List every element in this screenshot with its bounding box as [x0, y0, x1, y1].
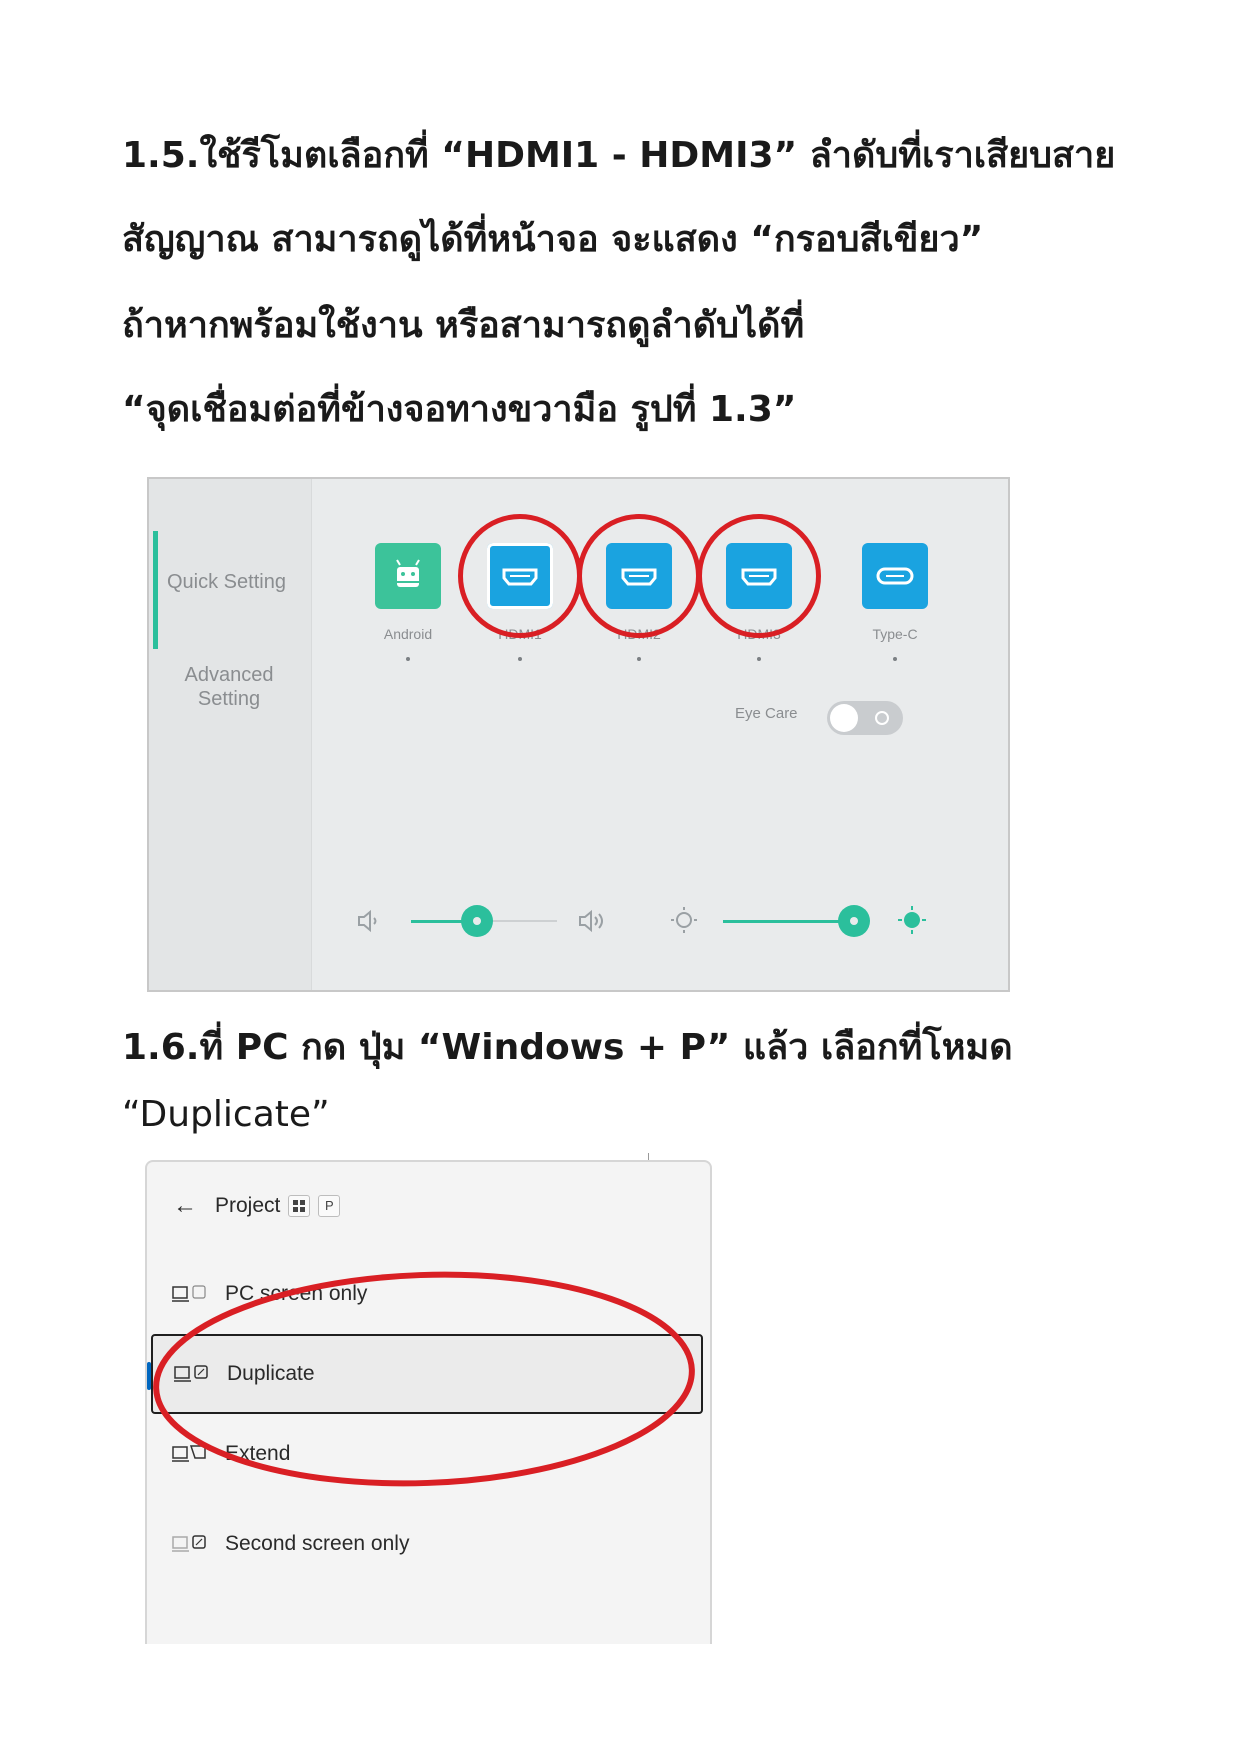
- brightness-low-icon: [671, 907, 697, 933]
- sidebar-item-advanced-setting[interactable]: Advanced Setting: [167, 663, 291, 711]
- eye-care-label: Eye Care: [735, 705, 798, 722]
- android-icon: [396, 559, 420, 587]
- source-label-type-c: Type-C: [872, 626, 918, 642]
- brightness-high-icon: [898, 906, 926, 934]
- toggle-knob: [830, 704, 858, 732]
- p-key-badge: P: [318, 1195, 341, 1217]
- source-type-c-button[interactable]: [862, 543, 928, 609]
- highlight-ellipse: [153, 1271, 695, 1487]
- instruction-1-5-line-2: สัญญาณ สามารถดูได้ที่หน้าจอ จะแสดง “กรอบ…: [122, 219, 984, 260]
- active-indicator: [153, 531, 158, 649]
- instruction-1-5-line-1: 1.5.ใช้รีโมตเลือกที่ “HDMI1 - HDMI3” ลำด…: [122, 135, 1116, 176]
- instruction-1-6-line-1: 1.6.ที่ PC กด ปุ่ม “Windows + P” แล้ว เล…: [122, 1027, 1013, 1068]
- source-dot: [518, 657, 522, 661]
- brightness-slider-handle[interactable]: [838, 905, 870, 937]
- project-header: ← Project P: [173, 1192, 341, 1220]
- usb-c-icon: [876, 567, 914, 585]
- volume-high-icon: [579, 909, 603, 933]
- highlight-circle: [697, 514, 821, 638]
- eye-care-toggle[interactable]: [827, 701, 903, 735]
- project-title: Project: [215, 1194, 281, 1217]
- highlight-circle: [577, 514, 701, 638]
- windows-key-icon: [288, 1195, 311, 1217]
- source-dot: [757, 657, 761, 661]
- second-screen-only-icon: [172, 1535, 206, 1552]
- instruction-1-6-line-2: “Duplicate”: [122, 1094, 330, 1135]
- volume-low-icon: [358, 909, 377, 933]
- source-dot: [406, 657, 410, 661]
- settings-sidebar: Quick Setting Advanced Setting: [149, 479, 312, 990]
- toggle-off-mark: [875, 711, 889, 725]
- back-arrow-icon[interactable]: ←: [173, 1192, 197, 1220]
- instruction-1-5-line-3: ถ้าหากพร้อมใช้งาน หรือสามารถดูลำดับได้ที…: [122, 305, 805, 346]
- source-label-android: Android: [383, 626, 433, 642]
- source-dot: [637, 657, 641, 661]
- brightness-slider-fill: [723, 920, 854, 923]
- source-android-button[interactable]: [375, 543, 441, 609]
- instruction-1-5-line-4: “จุดเชื่อมต่อที่ข้างจอทางขวามือ รูปที่ 1…: [122, 389, 797, 430]
- quick-setting-panel: Quick Setting Advanced Setting Android H…: [147, 477, 1010, 992]
- source-dot: [893, 657, 897, 661]
- option-label: Second screen only: [225, 1532, 410, 1555]
- sidebar-item-quick-setting[interactable]: Quick Setting: [167, 571, 286, 594]
- option-second-screen-only[interactable]: Second screen only: [147, 1504, 710, 1584]
- volume-slider-handle[interactable]: [461, 905, 493, 937]
- highlight-circle: [458, 514, 582, 638]
